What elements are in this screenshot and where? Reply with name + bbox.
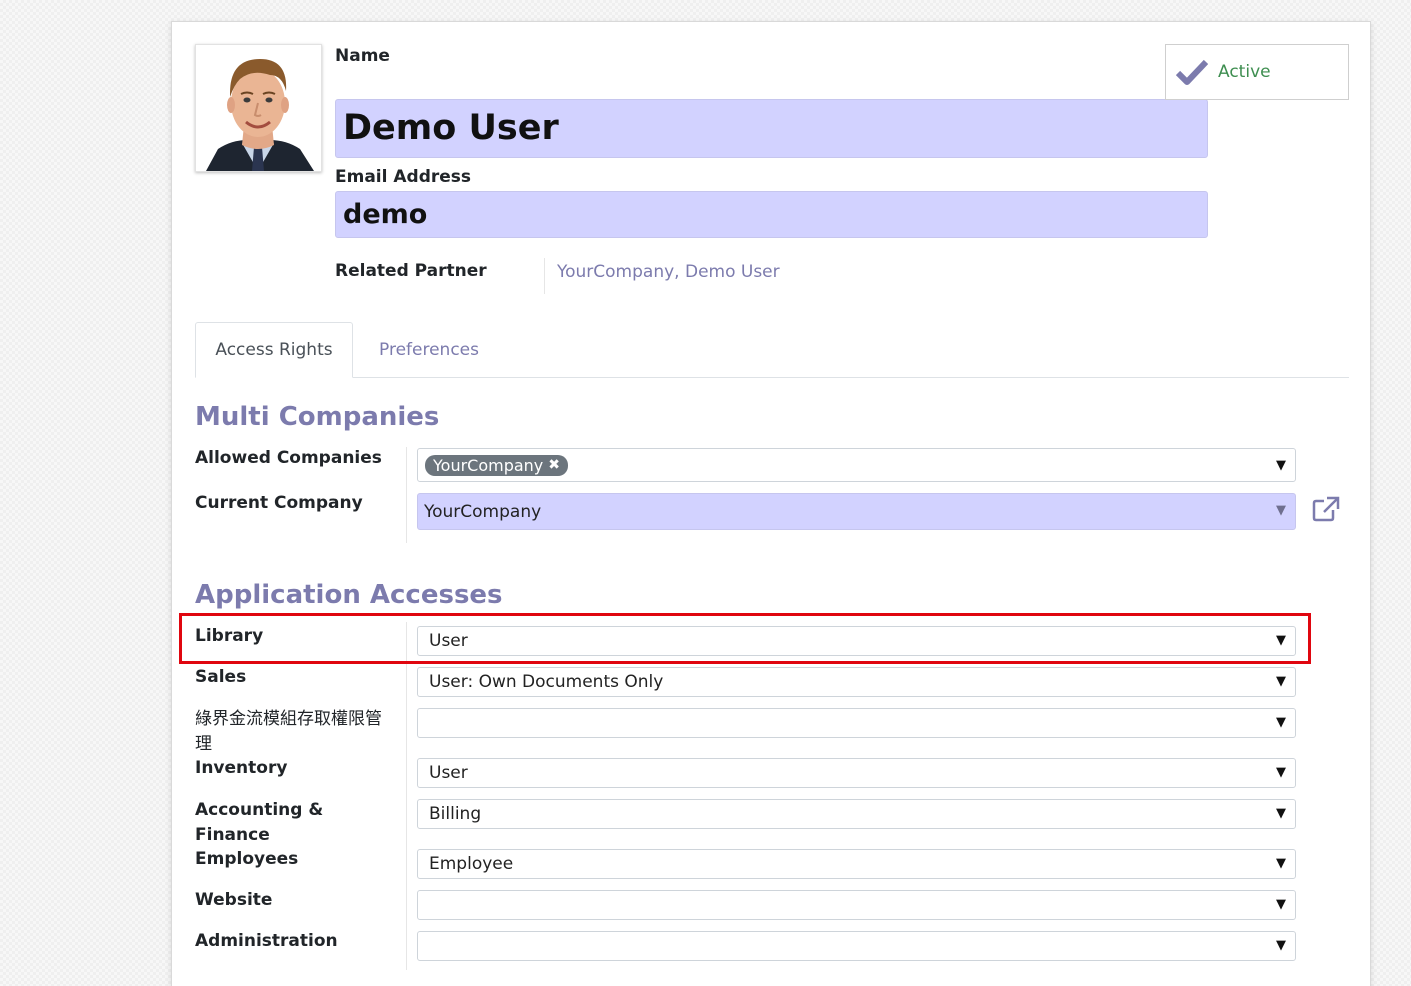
related-partner-label: Related Partner (335, 261, 487, 281)
external-link-icon[interactable] (1312, 496, 1340, 526)
company-tag: YourCompany ✖ (425, 454, 569, 476)
access-select-sales[interactable]: User: Own Documents Only ▼ (417, 667, 1296, 697)
current-company-label: Current Company (195, 493, 363, 513)
company-tag-label: YourCompany (433, 455, 544, 475)
active-toggle-button[interactable]: Active (1165, 44, 1349, 100)
select-value: User (429, 763, 468, 783)
caret-down-icon: ▼ (1276, 938, 1286, 953)
access-select-inventory[interactable]: User ▼ (417, 758, 1296, 788)
related-partner-link[interactable]: YourCompany, Demo User (557, 262, 780, 282)
allowed-companies-label: Allowed Companies (195, 448, 382, 468)
caret-down-icon: ▼ (1276, 897, 1286, 912)
form-sheet: Name Demo User Active Email Address demo… (171, 21, 1371, 986)
section-divider (406, 622, 407, 970)
current-company-select[interactable]: YourCompany ▼ (417, 493, 1296, 530)
remove-tag-icon[interactable]: ✖ (548, 457, 560, 473)
access-label-website: Website (195, 890, 273, 910)
access-select-ecpay[interactable]: ▼ (417, 708, 1296, 738)
email-input[interactable]: demo (335, 191, 1208, 238)
caret-down-icon[interactable]: ▼ (1276, 503, 1286, 518)
section-divider (406, 447, 407, 543)
name-input[interactable]: Demo User (335, 99, 1208, 158)
access-label-employees: Employees (195, 849, 299, 869)
select-value: Employee (429, 854, 514, 874)
caret-down-icon[interactable]: ▼ (1276, 458, 1286, 473)
caret-down-icon: ▼ (1276, 806, 1286, 821)
access-label-sales: Sales (195, 667, 247, 687)
tab-access-rights[interactable]: Access Rights (195, 322, 353, 378)
access-select-administration[interactable]: ▼ (417, 931, 1296, 961)
access-select-accounting[interactable]: Billing ▼ (417, 799, 1296, 829)
access-select-employees[interactable]: Employee ▼ (417, 849, 1296, 879)
caret-down-icon: ▼ (1276, 765, 1286, 780)
access-label-accounting: Accounting & Finance (195, 800, 324, 845)
active-label: Active (1218, 62, 1271, 82)
access-label-ecpay: 綠界金流模組存取權限管理 (195, 709, 382, 754)
access-label-inventory: Inventory (195, 758, 288, 778)
multi-companies-title: Multi Companies (195, 402, 440, 432)
name-label: Name (335, 46, 390, 66)
email-label: Email Address (335, 167, 472, 187)
tab-preferences[interactable]: Preferences (367, 322, 491, 378)
avatar[interactable] (195, 44, 322, 172)
caret-down-icon: ▼ (1276, 856, 1286, 871)
access-select-website[interactable]: ▼ (417, 890, 1296, 920)
caret-down-icon: ▼ (1276, 715, 1286, 730)
select-value: Billing (429, 804, 482, 824)
application-accesses-title: Application Accesses (195, 580, 503, 610)
annotation-highlight-box (179, 613, 1311, 664)
checkmark-icon (1176, 59, 1208, 85)
field-divider (544, 258, 545, 294)
access-label-administration: Administration (195, 931, 338, 951)
caret-down-icon: ▼ (1276, 674, 1286, 689)
user-photo-icon (196, 45, 321, 171)
current-company-value: YourCompany (424, 501, 542, 522)
select-value: User: Own Documents Only (429, 672, 664, 692)
allowed-companies-field[interactable]: YourCompany ✖ ▼ (417, 448, 1296, 482)
